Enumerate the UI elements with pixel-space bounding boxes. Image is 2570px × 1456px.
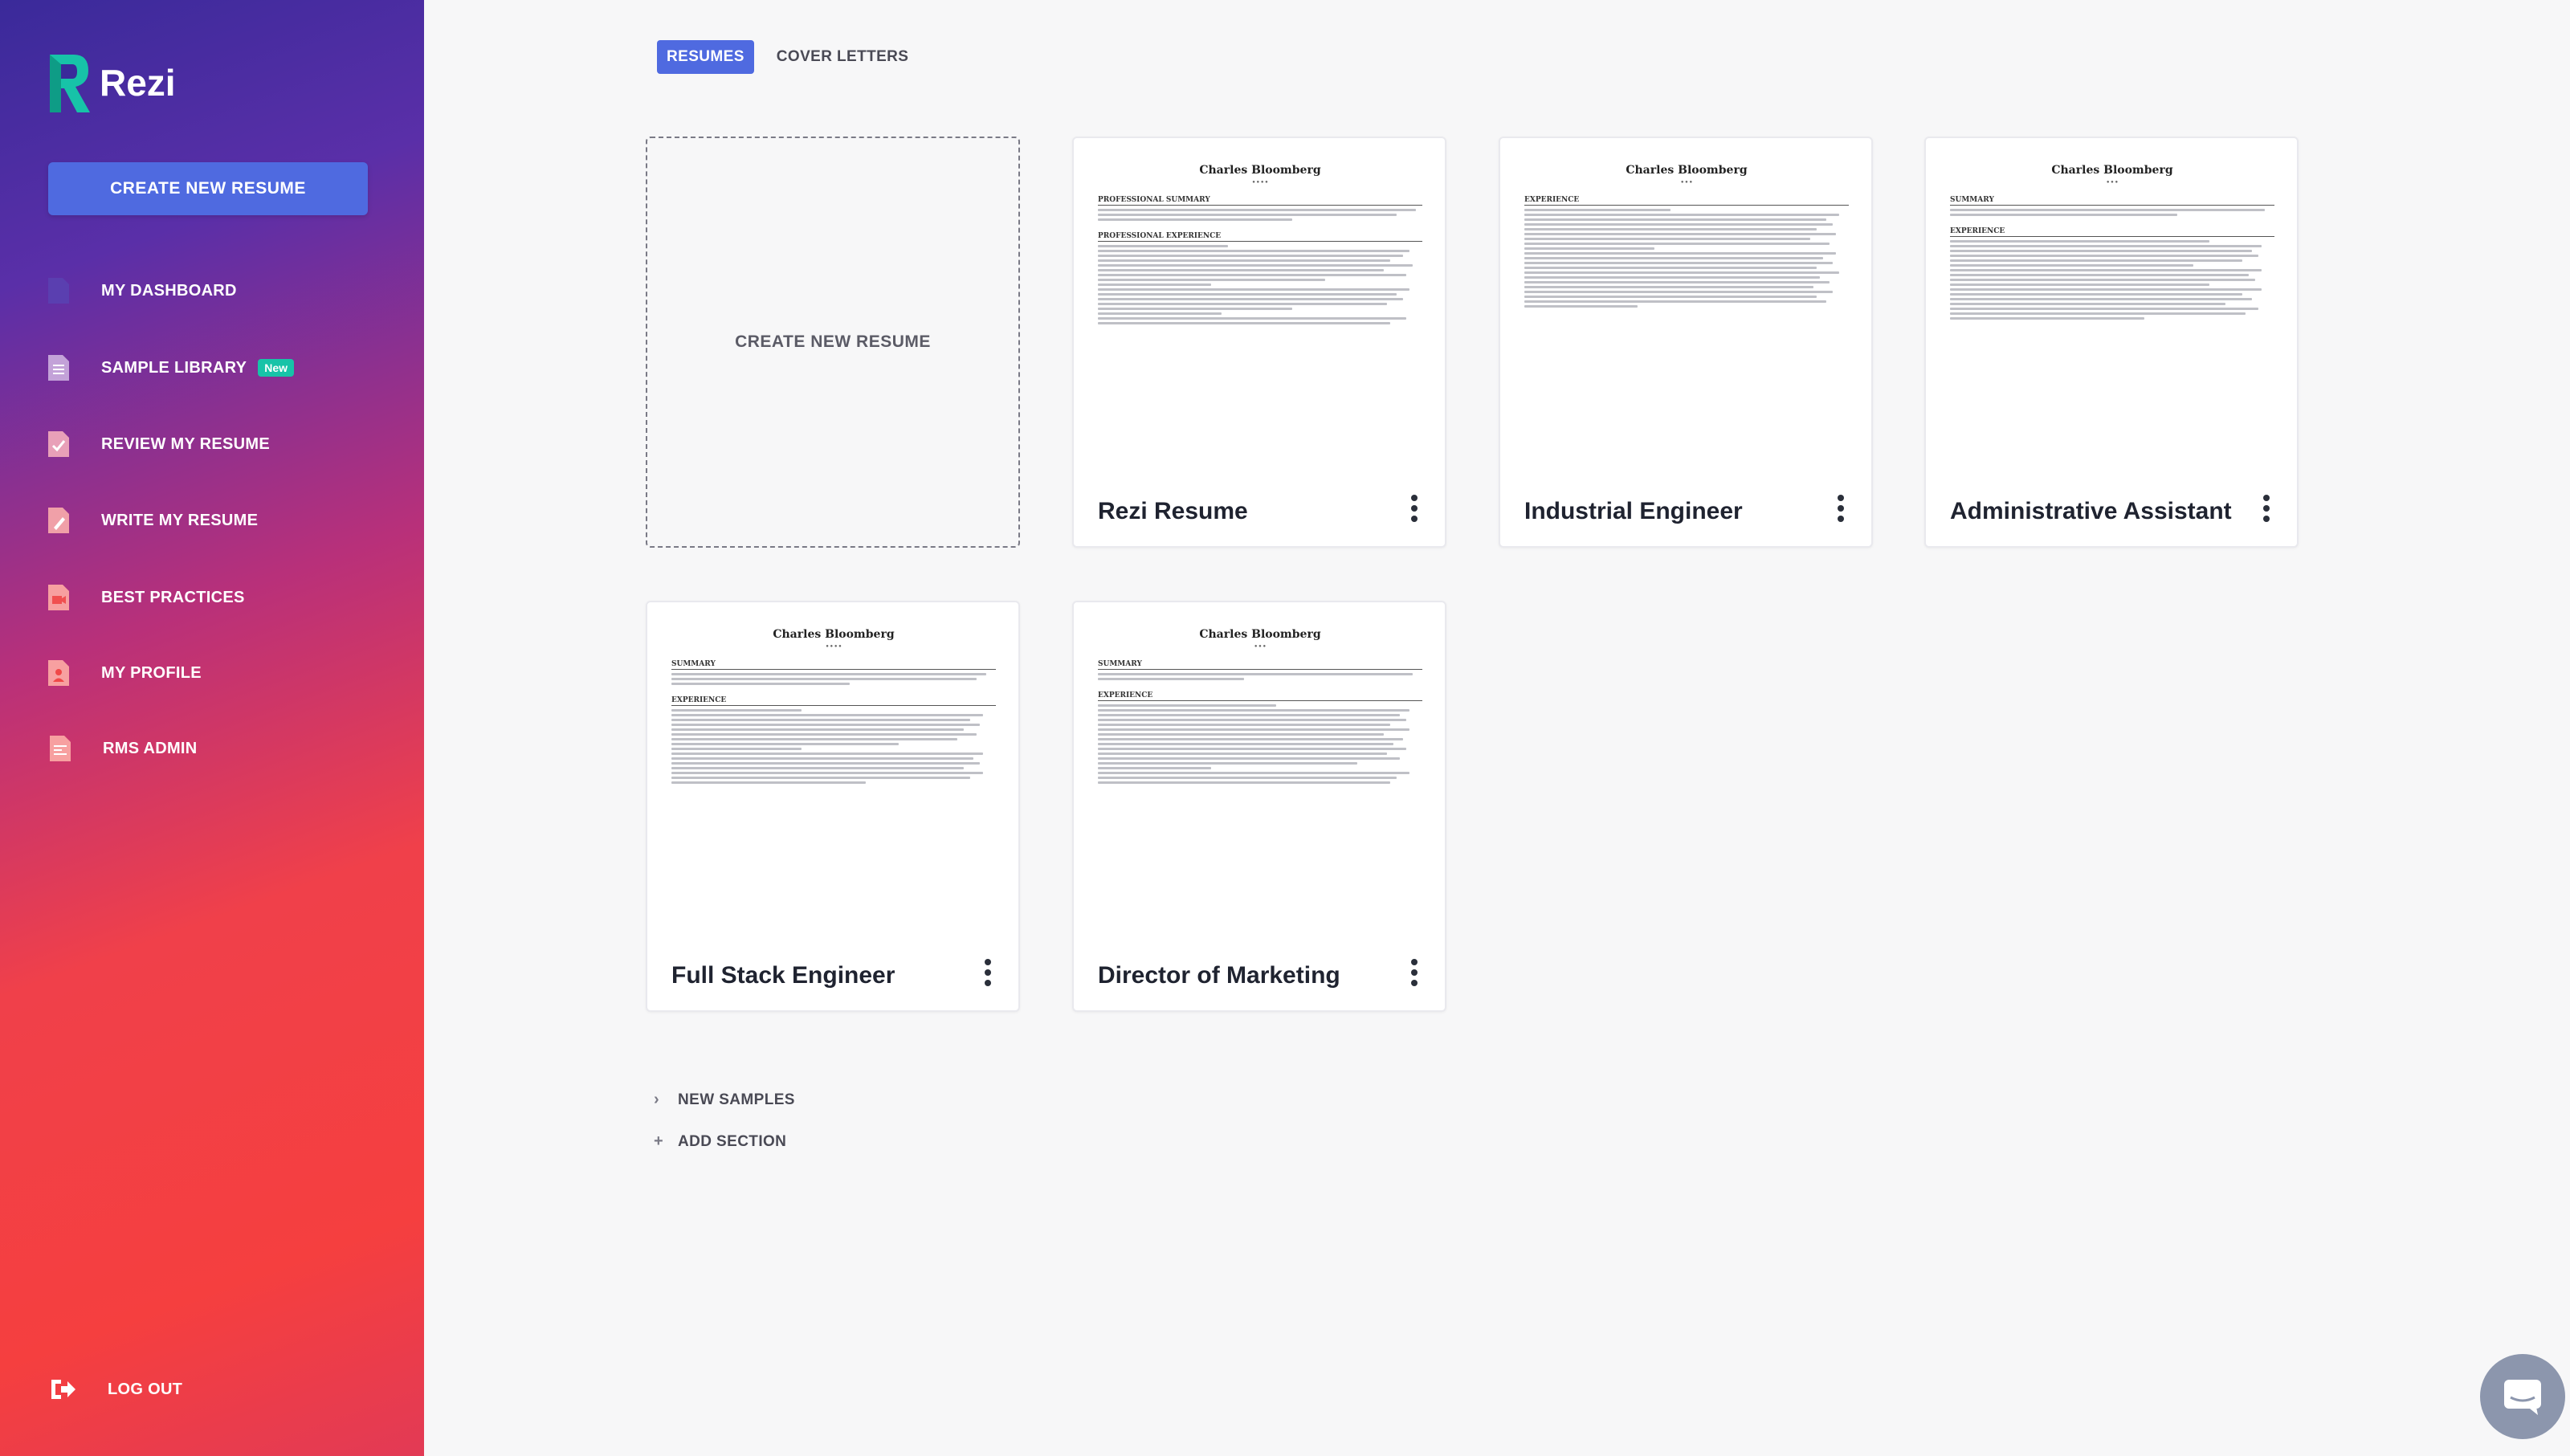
more-options-icon[interactable]	[1411, 959, 1418, 986]
preview-name: Charles Bloomberg	[1199, 628, 1321, 641]
logout-label: LOG OUT	[108, 1380, 183, 1398]
resume-title[interactable]: Industrial Engineer	[1524, 498, 1743, 525]
preview-section-heading: SUMMARY	[1098, 660, 1422, 670]
resume-title[interactable]: Rezi Resume	[1098, 498, 1248, 525]
create-new-resume-button[interactable]: CREATE NEW RESUME	[48, 162, 368, 215]
preview-contact: ● ● ●	[1254, 644, 1267, 649]
new-samples-toggle[interactable]: › NEW SAMPLES	[654, 1091, 795, 1109]
preview-section-heading: PROFESSIONAL EXPERIENCE	[1098, 232, 1422, 242]
preview-contact: ● ● ● ●	[826, 644, 842, 649]
resume-preview: Charles Bloomberg ● ● ● SUMMARY EXPERIEN…	[1950, 159, 2274, 469]
preview-name: Charles Bloomberg	[1626, 164, 1748, 177]
sidebar-item-label: REVIEW MY RESUME	[101, 434, 271, 453]
resume-preview: Charles Bloomberg ● ● ● ● SUMMARY EXPERI…	[671, 623, 996, 933]
logout-icon	[51, 1380, 75, 1399]
preview-section-heading: EXPERIENCE	[1950, 227, 2274, 237]
chat-icon	[2504, 1380, 2541, 1415]
profile-document-icon	[48, 660, 69, 686]
new-badge: New	[258, 359, 295, 377]
tab-cover-letters[interactable]: COVER LETTERS	[777, 48, 909, 66]
logo[interactable]: Rezi	[47, 51, 176, 114]
more-options-icon[interactable]	[2263, 495, 2270, 522]
list-document-icon	[48, 355, 69, 381]
sidebar-item-sample-library[interactable]: SAMPLE LIBRARY New	[47, 352, 295, 384]
chat-support-button[interactable]	[2480, 1354, 2565, 1439]
sidebar-item-my-dashboard[interactable]: MY DASHBOARD	[47, 275, 237, 307]
preview-contact: ● ● ●	[1680, 180, 1693, 185]
resume-preview: Charles Bloomberg ● ● ● EXPERIENCE	[1524, 159, 1849, 469]
sidebar: Rezi CREATE NEW RESUME MY DASHBOARD SAMP…	[0, 0, 424, 1456]
resume-card[interactable]: Charles Bloomberg ● ● ● ● PROFESSIONAL S…	[1072, 137, 1446, 548]
sidebar-item-rms-admin[interactable]: RMS ADMIN	[48, 732, 198, 765]
create-new-resume-card[interactable]: CREATE NEW RESUME	[646, 137, 1020, 548]
preview-section-heading: PROFESSIONAL SUMMARY	[1098, 196, 1422, 206]
sidebar-item-review-my-resume[interactable]: REVIEW MY RESUME	[47, 428, 270, 460]
more-options-icon[interactable]	[1838, 495, 1844, 522]
sidebar-item-label: SAMPLE LIBRARY	[101, 358, 247, 377]
new-samples-label: NEW SAMPLES	[678, 1091, 795, 1108]
sidebar-item-label: RMS ADMIN	[103, 739, 198, 757]
document-tabs: RESUMES COVER LETTERS	[657, 40, 908, 74]
document-icon	[48, 278, 69, 304]
sidebar-item-label: WRITE MY RESUME	[101, 511, 259, 529]
video-document-icon	[48, 585, 69, 610]
preview-section-heading: SUMMARY	[671, 660, 996, 670]
sidebar-item-my-profile[interactable]: MY PROFILE	[47, 657, 202, 689]
check-document-icon	[48, 431, 69, 457]
resume-title[interactable]: Administrative Assistant	[1950, 498, 2232, 525]
sidebar-item-label: MY DASHBOARD	[101, 281, 237, 300]
resume-card[interactable]: Charles Bloomberg ● ● ● EXPERIENCE Indus…	[1499, 137, 1873, 548]
preview-section-heading: SUMMARY	[1950, 196, 2274, 206]
preview-contact: ● ● ● ●	[1252, 180, 1268, 185]
tab-resumes[interactable]: RESUMES	[657, 40, 754, 74]
more-options-icon[interactable]	[1411, 495, 1418, 522]
sidebar-item-best-practices[interactable]: BEST PRACTICES	[47, 581, 245, 614]
resume-title[interactable]: Director of Marketing	[1098, 962, 1340, 989]
sidebar-item-label: BEST PRACTICES	[101, 588, 245, 606]
pen-document-icon	[48, 508, 69, 533]
chevron-right-icon: ›	[654, 1091, 660, 1108]
sidebar-item-label: MY PROFILE	[101, 663, 202, 682]
preview-section-heading: EXPERIENCE	[1098, 691, 1422, 701]
resume-preview: Charles Bloomberg ● ● ● SUMMARY EXPERIEN…	[1098, 623, 1422, 933]
add-section-label: ADD SECTION	[678, 1132, 787, 1150]
admin-document-icon	[50, 736, 71, 761]
add-section-button[interactable]: + ADD SECTION	[654, 1132, 786, 1151]
preview-section-heading: EXPERIENCE	[1524, 196, 1849, 206]
plus-icon: +	[654, 1132, 664, 1150]
resume-title[interactable]: Full Stack Engineer	[671, 962, 895, 989]
sidebar-item-write-my-resume[interactable]: WRITE MY RESUME	[47, 504, 258, 536]
preview-name: Charles Bloomberg	[2051, 164, 2173, 177]
preview-name: Charles Bloomberg	[773, 628, 895, 641]
preview-section-heading: EXPERIENCE	[671, 696, 996, 706]
preview-name: Charles Bloomberg	[1199, 164, 1321, 177]
rezi-logo-icon	[50, 55, 90, 112]
app-name: Rezi	[100, 62, 176, 104]
more-options-icon[interactable]	[985, 959, 991, 986]
resume-card[interactable]: Charles Bloomberg ● ● ● ● SUMMARY EXPERI…	[646, 601, 1020, 1012]
logout-button[interactable]: LOG OUT	[50, 1373, 182, 1405]
resume-card[interactable]: Charles Bloomberg ● ● ● SUMMARY EXPERIEN…	[1072, 601, 1446, 1012]
resume-preview: Charles Bloomberg ● ● ● ● PROFESSIONAL S…	[1098, 159, 1422, 469]
preview-contact: ● ● ●	[2106, 180, 2119, 185]
create-new-resume-label: CREATE NEW RESUME	[735, 332, 931, 351]
resume-card[interactable]: Charles Bloomberg ● ● ● SUMMARY EXPERIEN…	[1924, 137, 2299, 548]
